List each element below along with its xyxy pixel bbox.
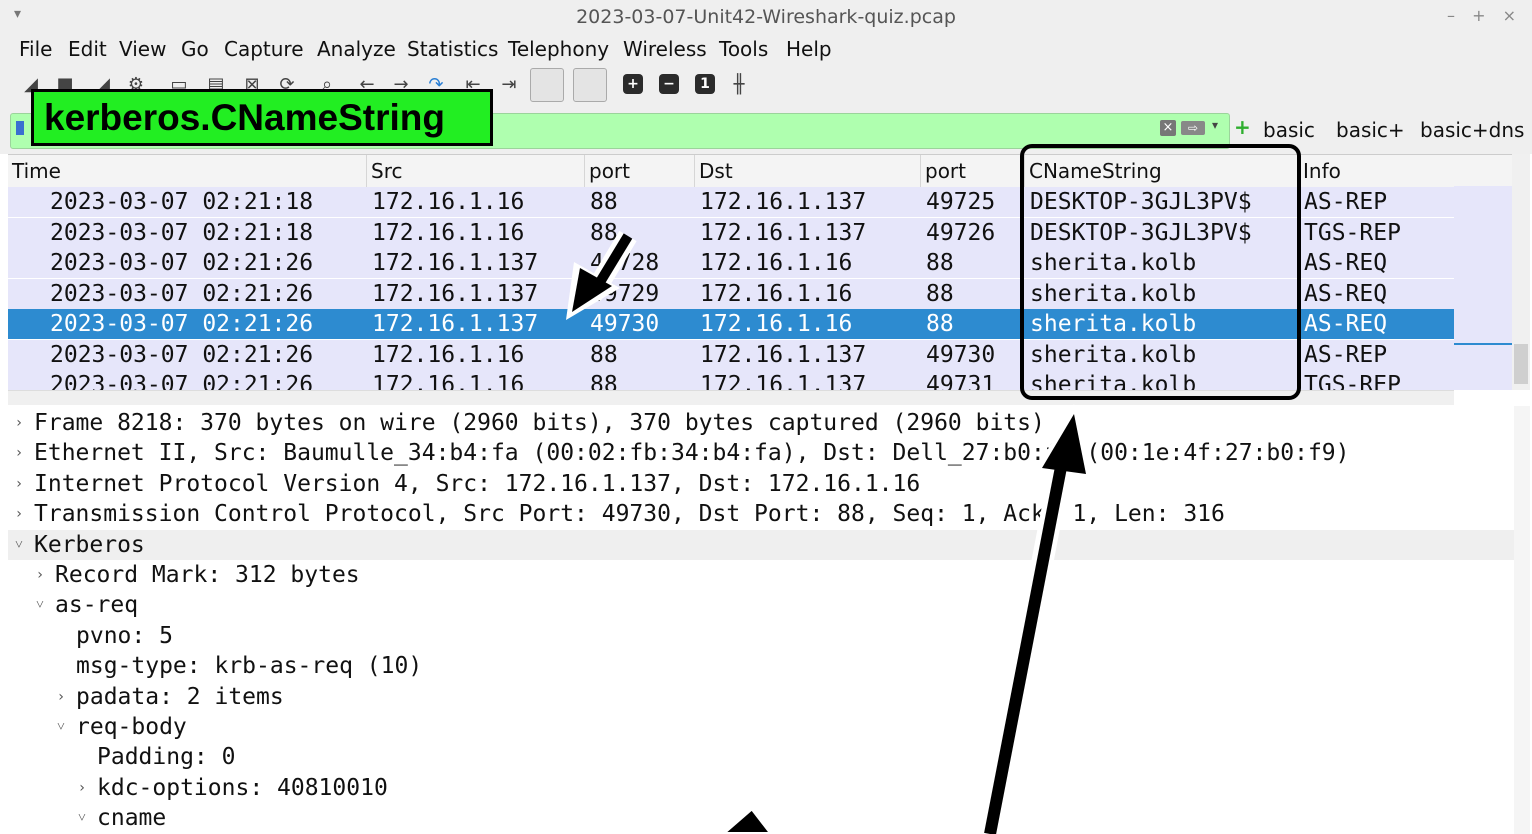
arrow-fragment-bottom [718,805,775,834]
arrow-to-cname-column [979,404,1092,834]
annotation-arrows [566,230,1092,834]
arrow-to-selected-row [566,230,637,320]
